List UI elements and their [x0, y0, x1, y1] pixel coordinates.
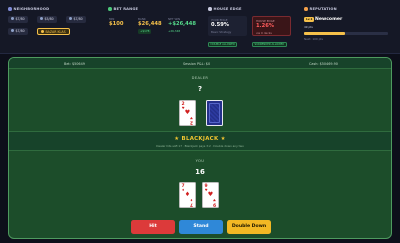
dealer-label: DEALER	[191, 76, 209, 80]
min-bet-value: $100	[109, 21, 124, 27]
result-rules: Dealer hits soft 17 · Blackjack pays 3:2…	[156, 144, 244, 148]
dealer-card-1: 2 ♥ ♥ ♥ 2	[179, 100, 196, 126]
your-edge-sub: Basic Strategy	[211, 30, 232, 34]
neighborhood-title: NEIGHBORHOOD	[13, 7, 50, 11]
reputation-panel: REPUTATION Lv.1 Newcomer 49 pts Next: 10…	[300, 3, 396, 51]
dealer-hole-card	[206, 100, 223, 126]
player-total: 16	[195, 168, 205, 176]
net-win-sub: +26,348	[168, 29, 181, 33]
result-title: ★ BLACKJACK ★	[174, 135, 226, 142]
player-label: YOU	[195, 159, 205, 163]
blackjack-table: Bet: $50649 Session P&L: $0 Cash: $50469…	[8, 57, 392, 239]
house-edge-panel: HOUSE EDGE YOUR EDGE 0.59% Basic Strateg…	[204, 3, 296, 51]
level-badge: Lv.1	[304, 17, 315, 22]
session-pnl: Session P&L: $0	[183, 61, 211, 66]
trophy-icon	[304, 7, 308, 11]
warning-icon	[41, 30, 44, 34]
neighborhood-option-2[interactable]: $5/80	[37, 16, 57, 23]
neighborhood-option-1[interactable]: $7/80	[8, 16, 28, 23]
bank-value: $26,448	[138, 21, 162, 27]
reputation-title: REPUTATION	[309, 7, 337, 11]
bank-change-chip: +$178	[138, 29, 152, 34]
surrender-allowed-badge: SURRENDER ALLOWED	[252, 42, 287, 47]
your-edge-box: YOUR EDGE 0.59% Basic Strategy	[208, 16, 247, 36]
neighborhood-option-3[interactable]: $7/80	[66, 16, 86, 23]
session-info-strip: Bet: $50649 Session P&L: $0 Cash: $50469…	[9, 58, 391, 69]
house-edge-box: HOUSE EDGE 1.26% via 0 decks	[252, 16, 291, 36]
rank-name: Newcomer	[315, 16, 343, 22]
coins-icon	[108, 7, 112, 11]
neighborhood-option-active[interactable]: BAZAR KLAS	[37, 28, 70, 35]
xp-value: 49 pts	[304, 25, 313, 29]
bet-range-title: BET RANGE	[113, 7, 139, 11]
player-card-1: 7 ♦ ♦ ♦ 7	[179, 182, 196, 208]
reputation-progress-fill	[304, 32, 346, 35]
progress-label: Next: 100 pts	[304, 37, 323, 41]
double-down-button[interactable]: Double Down	[227, 220, 271, 234]
house-edge-value: 1.26%	[256, 23, 274, 29]
location-icon	[11, 17, 14, 21]
reputation-progress-track	[304, 32, 388, 35]
neighborhood-panel: NEIGHBORHOOD $7/80 $5/80 $7/80 $7/80 BAZ…	[4, 3, 100, 51]
double-allowed-badge: DOUBLE ALLOWED	[208, 42, 238, 47]
location-icon	[69, 17, 72, 21]
house-icon	[208, 7, 212, 11]
your-edge-value: 0.59%	[211, 22, 229, 28]
net-win-value: +$26,448	[168, 21, 196, 27]
bet-amount: Bet: $50649	[64, 61, 85, 66]
result-banner: ★ BLACKJACK ★ Dealer hits soft 17 · Blac…	[9, 131, 391, 151]
player-card-2: 9 ♥ ♥ ♥ 9	[202, 182, 219, 208]
stand-button[interactable]: Stand	[179, 220, 223, 234]
dealer-total: ?	[197, 85, 203, 93]
location-icon	[40, 17, 43, 21]
hit-button[interactable]: Hit	[131, 220, 175, 234]
house-edge-title: HOUSE EDGE	[213, 7, 242, 11]
neighborhood-option-4[interactable]: $7/80	[8, 28, 28, 35]
cash-amount: Cash: $50469.90	[309, 61, 338, 66]
house-edge-sub: via 0 decks	[256, 31, 272, 35]
bet-range-panel: BET RANGE MIN $100 BANK $26,448 +$178 NE…	[104, 3, 200, 51]
location-icon	[11, 29, 14, 33]
top-bar: NEIGHBORHOOD $7/80 $5/80 $7/80 $7/80 BAZ…	[0, 0, 400, 54]
map-icon	[8, 7, 12, 11]
